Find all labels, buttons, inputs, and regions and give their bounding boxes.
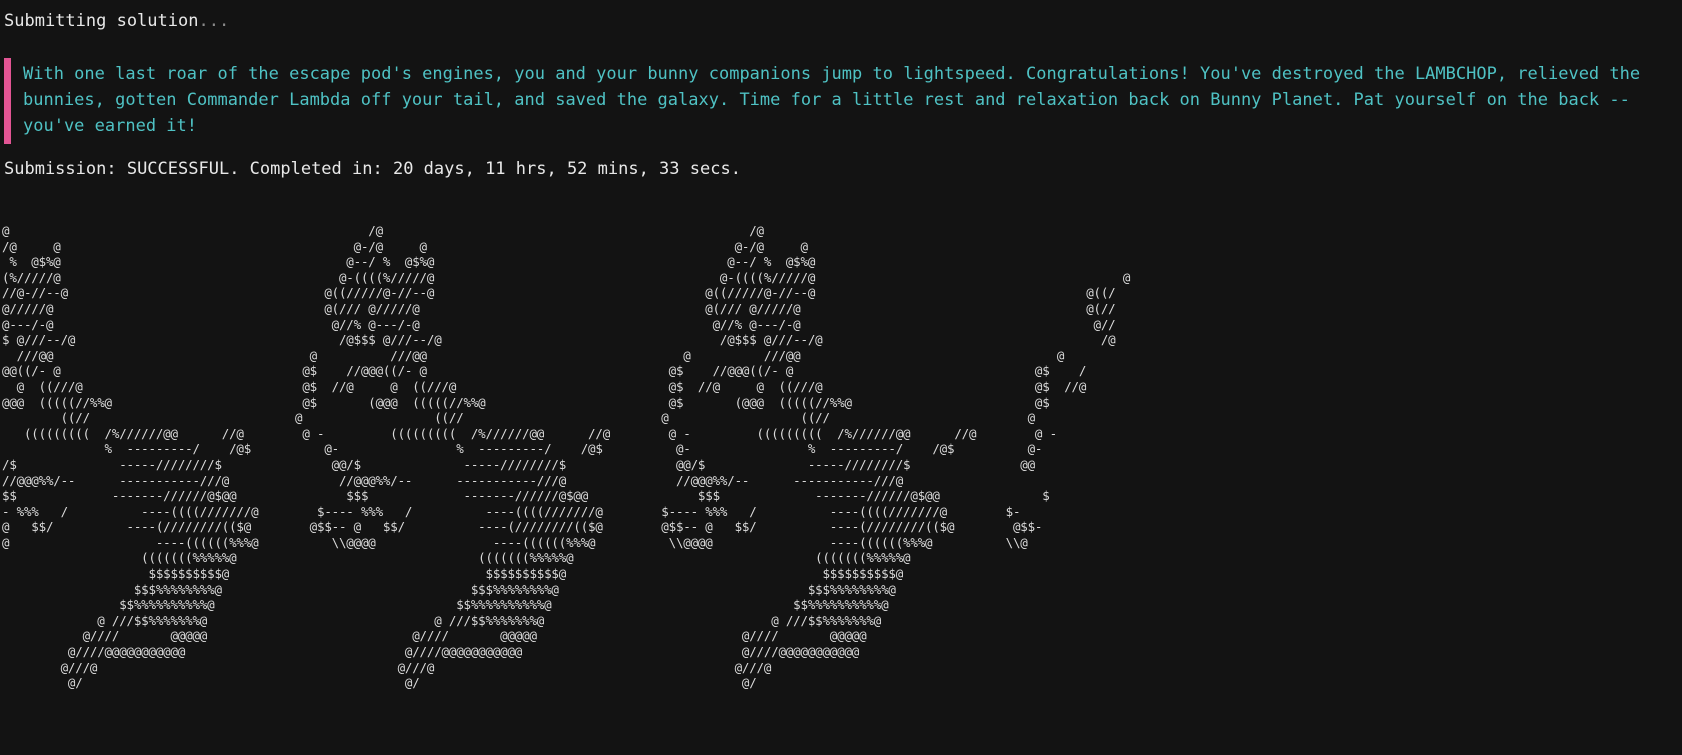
completed-label: . Completed in:: [229, 159, 393, 179]
terminal-output: Submitting solution... With one last roa…: [0, 0, 1682, 755]
success-message-block: With one last roar of the escape pod's e…: [4, 58, 1672, 144]
success-message-text: With one last roar of the escape pod's e…: [23, 64, 1641, 136]
completion-duration: 20 days, 11 hrs, 52 mins, 33 secs: [392, 159, 731, 179]
status-line: Submitting solution...: [4, 11, 229, 31]
status-text: Submitting solution: [4, 11, 199, 31]
message-accent-bar: [4, 58, 11, 144]
submission-result: SUCCESSFUL: [126, 159, 230, 179]
submission-result-line: Submission: SUCCESSFUL. Completed in: 20…: [4, 159, 741, 179]
status-ellipsis: ...: [198, 11, 230, 31]
submission-end: .: [730, 159, 741, 179]
ascii-bunny-art: @ /@ /@ /@ @ @-/@ @ @-/@ @ % @$%@ @--/ %…: [2, 223, 1131, 691]
submission-label: Submission:: [4, 159, 127, 179]
